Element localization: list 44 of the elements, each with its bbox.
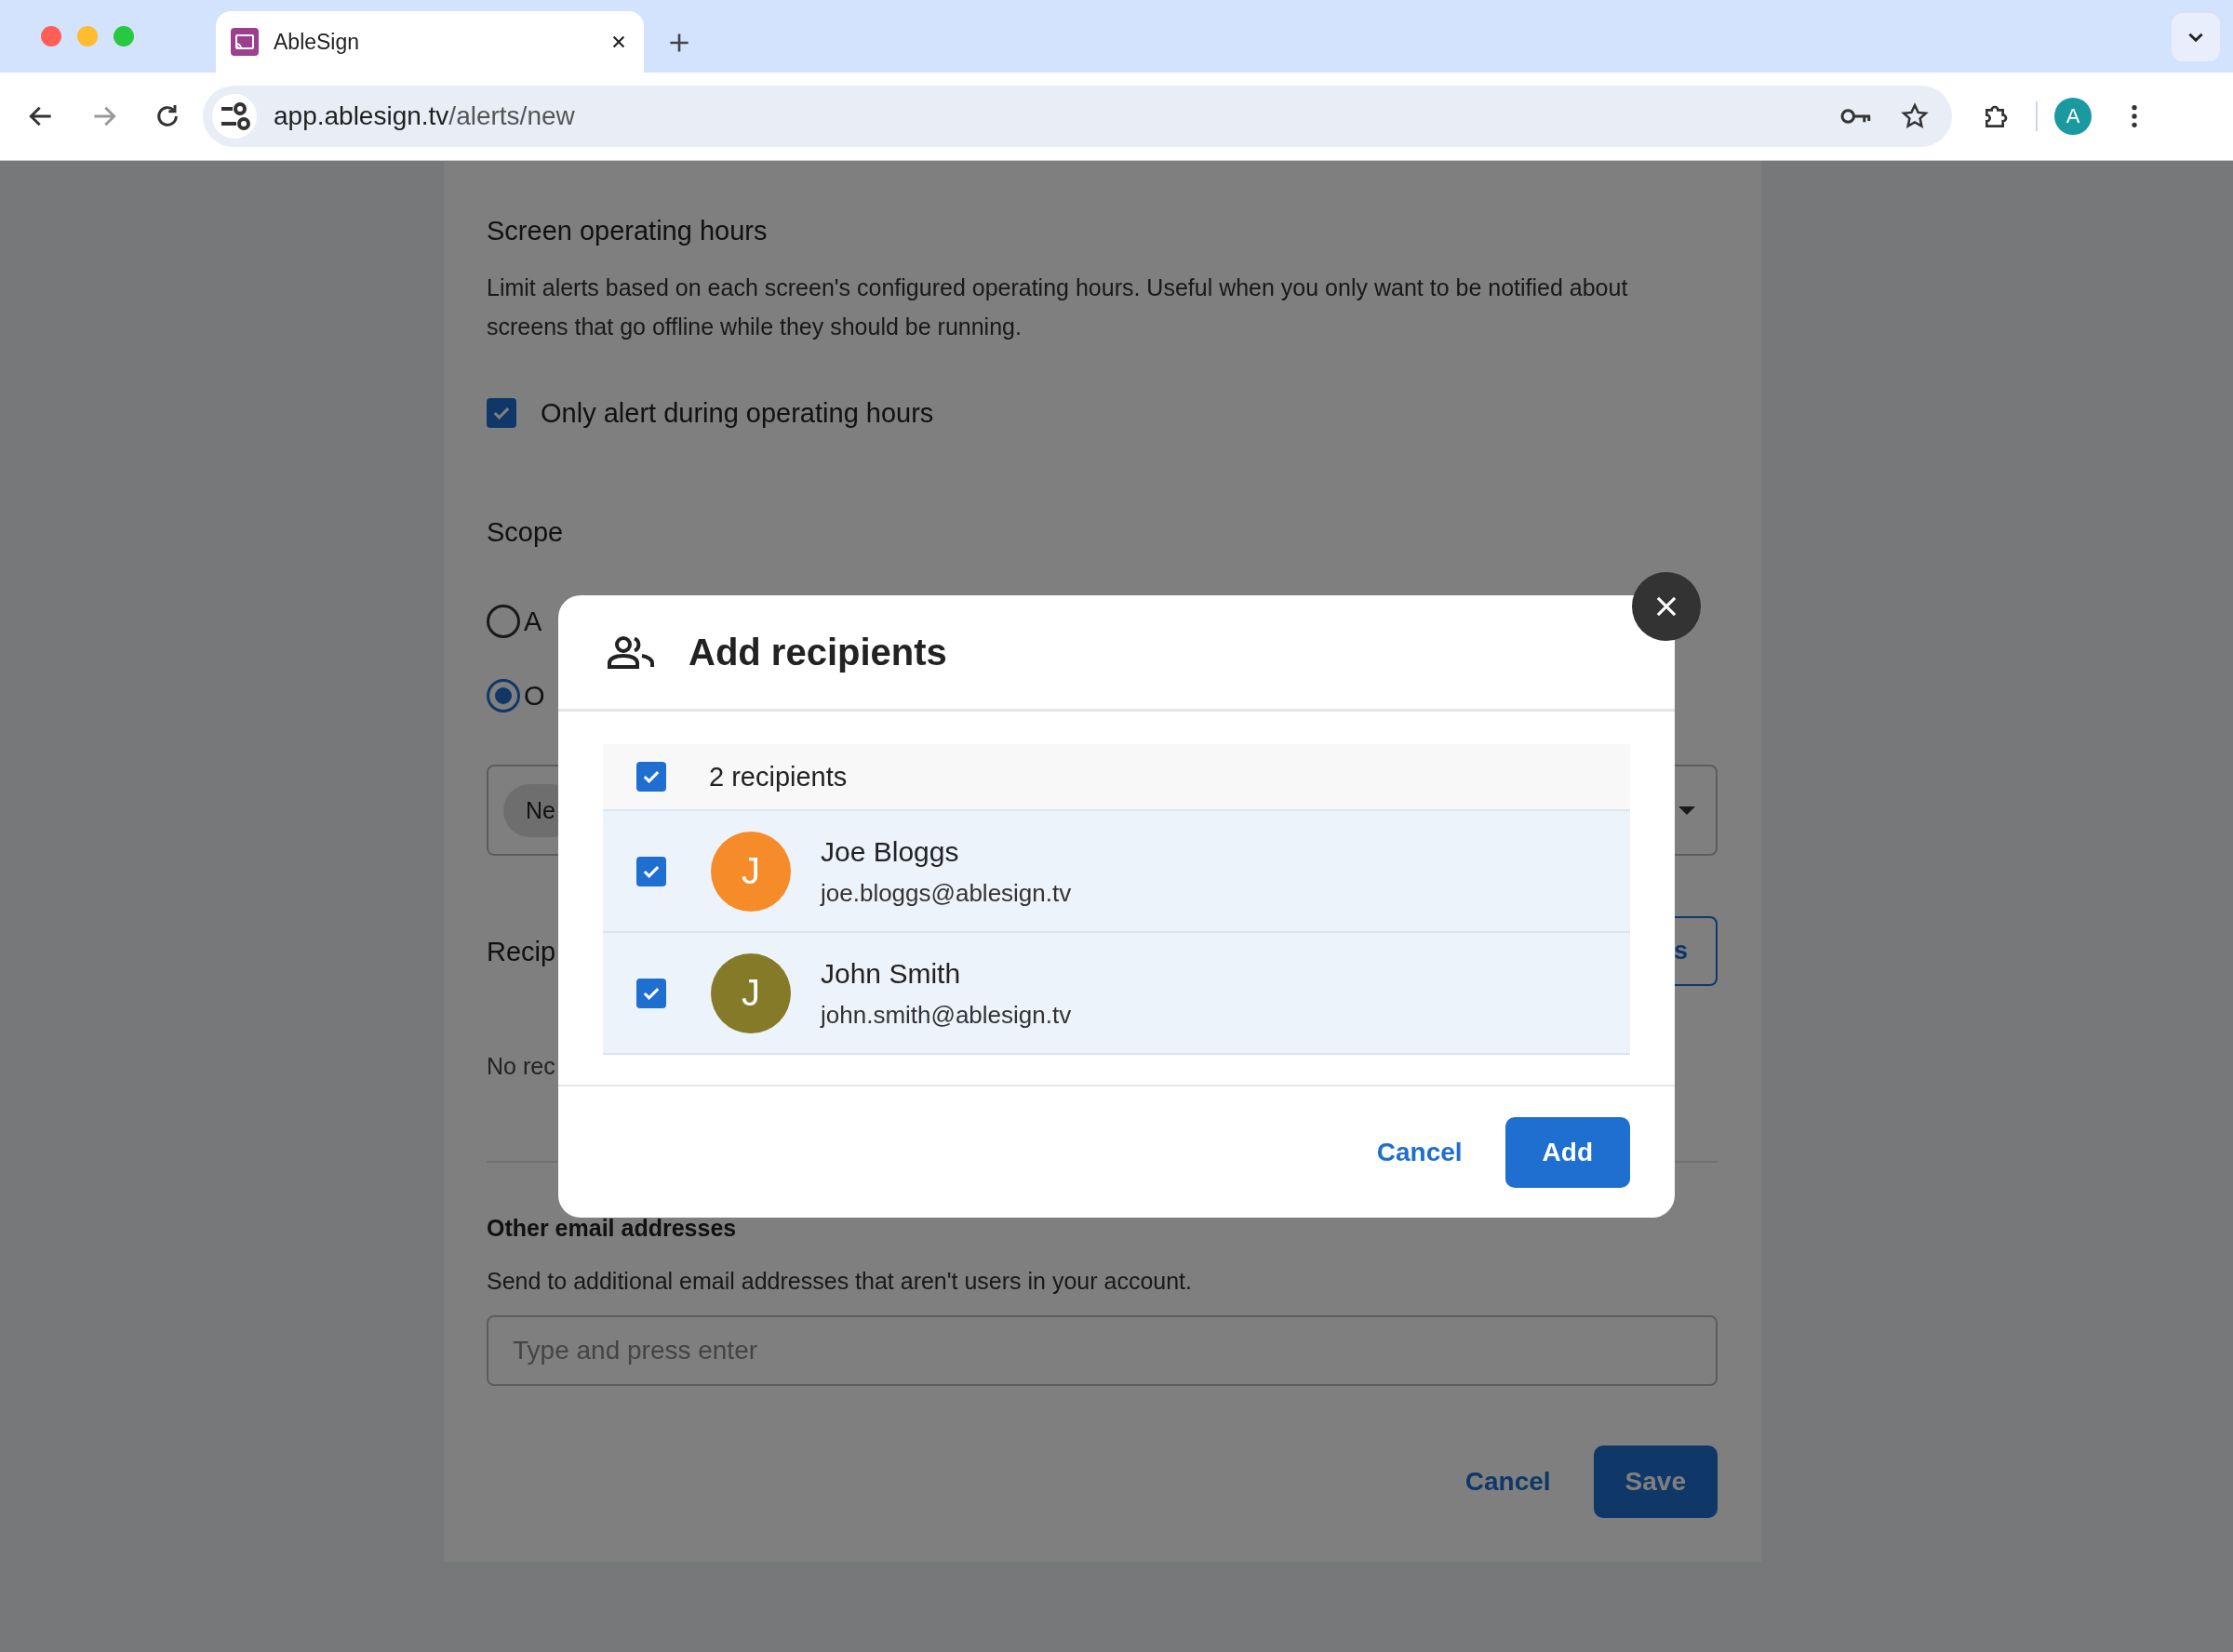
site-settings-icon[interactable] bbox=[212, 94, 257, 139]
recipient-row[interactable]: J John Smith john.smith@ablesign.tv bbox=[603, 933, 1630, 1055]
checkbox[interactable] bbox=[636, 856, 666, 886]
recipient-email: john.smith@ablesign.tv bbox=[821, 999, 1072, 1031]
bookmark-star-icon[interactable] bbox=[1900, 102, 1930, 130]
avatar: J bbox=[711, 953, 791, 1033]
profile-avatar[interactable]: A bbox=[2054, 98, 2092, 135]
close-icon[interactable] bbox=[610, 33, 627, 50]
checkbox[interactable] bbox=[636, 978, 666, 1008]
tab-title: AbleSign bbox=[274, 29, 361, 55]
recipient-name: John Smith bbox=[821, 956, 962, 991]
section-heading: Recip bbox=[487, 935, 556, 968]
cast-icon bbox=[231, 28, 259, 56]
caret-icon bbox=[1678, 806, 1695, 815]
new-tab-icon[interactable] bbox=[668, 32, 690, 54]
radio-button[interactable] bbox=[487, 679, 520, 713]
section-description: Send to additional email addresses that aren't users in your account. bbox=[487, 1267, 1193, 1296]
recipient-row[interactable]: J Joe Bloggs joe.bloggs@ablesign.tv bbox=[603, 811, 1630, 933]
select-all-checkbox[interactable] bbox=[636, 762, 666, 792]
section-heading: Other email addresses bbox=[487, 1214, 738, 1243]
address-bar[interactable]: app.ablesign.tv/alerts/new bbox=[203, 86, 1952, 147]
radio-label: A bbox=[524, 606, 542, 637]
recipient-name: Joe Bloggs bbox=[821, 834, 960, 869]
avatar: J bbox=[711, 831, 791, 912]
close-icon bbox=[1654, 594, 1678, 619]
people-icon bbox=[607, 635, 655, 669]
cancel-button[interactable]: Cancel bbox=[1453, 1446, 1562, 1518]
email-input-field[interactable]: Type and press enter bbox=[487, 1315, 1718, 1386]
radio-label: O bbox=[524, 680, 545, 712]
cancel-button[interactable]: Cancel bbox=[1365, 1115, 1474, 1189]
checkbox[interactable] bbox=[487, 398, 516, 428]
add-button[interactable]: Add bbox=[1504, 1116, 1630, 1188]
section-description: Limit alerts based on each screen's configured operating hours. Useful when you only want to be notified about screens that go offline while they should be running. bbox=[487, 273, 1629, 341]
section-heading: Screen operating hours bbox=[487, 215, 769, 247]
url-text: app.ablesign.tv/alerts/new bbox=[274, 101, 576, 131]
save-button[interactable]: Save bbox=[1593, 1446, 1718, 1518]
browser-tab[interactable]: AbleSign bbox=[216, 11, 644, 73]
dialog-title: Add recipients bbox=[689, 631, 947, 673]
radio-button[interactable] bbox=[487, 605, 520, 638]
recipient-count: 2 recipients bbox=[709, 761, 848, 793]
section-heading: Scope bbox=[487, 516, 565, 549]
empty-text: No rec bbox=[487, 1052, 556, 1081]
checkbox-label: Only alert during operating hours bbox=[541, 397, 934, 429]
recipient-email: joe.bloggs@ablesign.tv bbox=[821, 877, 1072, 909]
